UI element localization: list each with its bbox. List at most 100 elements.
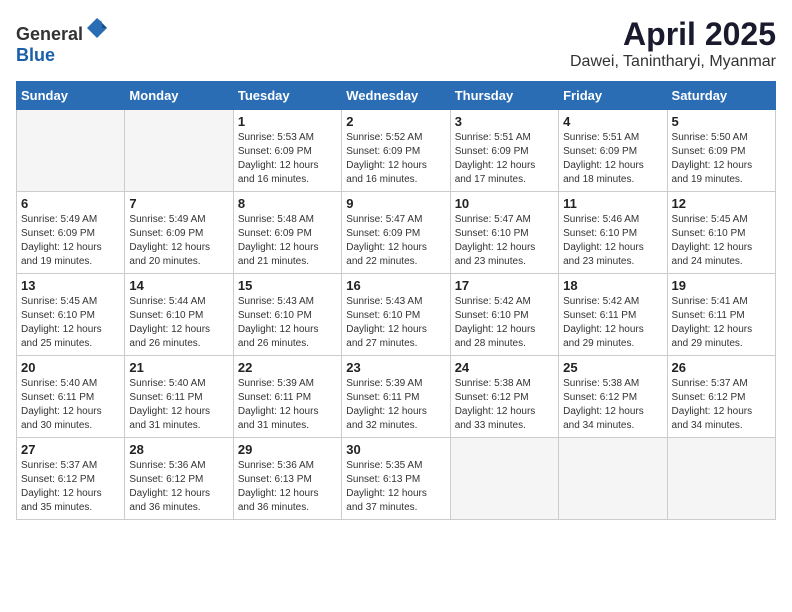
- day-info: Sunrise: 5:49 AMSunset: 6:09 PMDaylight:…: [21, 213, 120, 269]
- day-info: Sunrise: 5:46 AMSunset: 6:10 PMDaylight:…: [563, 213, 662, 269]
- calendar-cell: 17 Sunrise: 5:42 AMSunset: 6:10 PMDayligh…: [450, 274, 558, 356]
- logo: General Blue: [16, 16, 109, 66]
- day-info: Sunrise: 5:51 AMSunset: 6:09 PMDaylight:…: [563, 131, 662, 187]
- day-number: 25: [563, 360, 662, 375]
- calendar-cell: [17, 110, 125, 192]
- weekday-header-wednesday: Wednesday: [342, 82, 450, 110]
- calendar-cell: 15Sunrise: 5:43 AMSunset: 6:10 PMDayligh…: [233, 274, 341, 356]
- day-info: Sunrise: 5:43 AMSunset: 6:10 PMDaylight:…: [346, 295, 445, 351]
- calendar-cell: 24 Sunrise: 5:38 AMSunset: 6:12 PMDayligh…: [450, 356, 558, 438]
- calendar-cell: [667, 438, 775, 520]
- day-info: Sunrise: 5:40 AMSunset: 6:11 PMDaylight:…: [129, 377, 228, 433]
- day-info: Sunrise: 5:38 AMSunset: 6:12 PMDaylight:…: [455, 377, 554, 433]
- day-number: 10: [455, 196, 554, 211]
- day-info: Sunrise: 5:40 AMSunset: 6:11 PMDaylight:…: [21, 377, 120, 433]
- day-number: 7: [129, 196, 228, 211]
- calendar-week-2: 6 Sunrise: 5:49 AMSunset: 6:09 PMDaylight…: [17, 192, 776, 274]
- calendar-cell: 30Sunrise: 5:35 AMSunset: 6:13 PMDayligh…: [342, 438, 450, 520]
- day-info: Sunrise: 5:35 AMSunset: 6:13 PMDaylight:…: [346, 459, 445, 515]
- day-info: Sunrise: 5:37 AMSunset: 6:12 PMDaylight:…: [672, 377, 771, 433]
- page-header: General Blue April 2025 Dawei, Taninthar…: [16, 16, 776, 71]
- calendar-cell: 28Sunrise: 5:36 AMSunset: 6:12 PMDayligh…: [125, 438, 233, 520]
- day-info: Sunrise: 5:42 AMSunset: 6:11 PMDaylight:…: [563, 295, 662, 351]
- calendar-cell: [559, 438, 667, 520]
- calendar-cell: 26 Sunrise: 5:37 AMSunset: 6:12 PMDayligh…: [667, 356, 775, 438]
- calendar-cell: [450, 438, 558, 520]
- weekday-header-row: SundayMondayTuesdayWednesdayThursdayFrid…: [17, 82, 776, 110]
- day-number: 14: [129, 278, 228, 293]
- day-number: 24: [455, 360, 554, 375]
- day-number: 11: [563, 196, 662, 211]
- day-number: 6: [21, 196, 120, 211]
- day-number: 26: [672, 360, 771, 375]
- day-info: Sunrise: 5:50 AMSunset: 6:09 PMDaylight:…: [672, 131, 771, 187]
- weekday-header-sunday: Sunday: [17, 82, 125, 110]
- day-number: 20: [21, 360, 120, 375]
- location-title: Dawei, Tanintharyi, Myanmar: [570, 53, 776, 71]
- day-number: 13: [21, 278, 120, 293]
- day-number: 12: [672, 196, 771, 211]
- calendar-cell: 29 Sunrise: 5:36 AMSunset: 6:13 PMDayligh…: [233, 438, 341, 520]
- day-info: Sunrise: 5:47 AMSunset: 6:10 PMDaylight:…: [455, 213, 554, 269]
- day-info: Sunrise: 5:38 AMSunset: 6:12 PMDaylight:…: [563, 377, 662, 433]
- day-number: 21: [129, 360, 228, 375]
- day-number: 28: [129, 442, 228, 457]
- day-info: Sunrise: 5:39 AMSunset: 6:11 PMDaylight:…: [238, 377, 337, 433]
- calendar-cell: 16 Sunrise: 5:43 AMSunset: 6:10 PMDayligh…: [342, 274, 450, 356]
- day-info: Sunrise: 5:36 AMSunset: 6:13 PMDaylight:…: [238, 459, 337, 515]
- day-info: Sunrise: 5:37 AMSunset: 6:12 PMDaylight:…: [21, 459, 120, 515]
- calendar-cell: 2Sunrise: 5:52 AMSunset: 6:09 PMDaylight…: [342, 110, 450, 192]
- day-number: 17: [455, 278, 554, 293]
- day-number: 1: [238, 114, 337, 129]
- calendar-cell: 1 Sunrise: 5:53 AMSunset: 6:09 PMDaylight…: [233, 110, 341, 192]
- day-number: 2: [346, 114, 445, 129]
- calendar-week-4: 20 Sunrise: 5:40 AMSunset: 6:11 PMDayligh…: [17, 356, 776, 438]
- calendar-cell: [125, 110, 233, 192]
- day-info: Sunrise: 5:44 AMSunset: 6:10 PMDaylight:…: [129, 295, 228, 351]
- calendar-cell: 27Sunrise: 5:37 AMSunset: 6:12 PMDayligh…: [17, 438, 125, 520]
- day-number: 29: [238, 442, 337, 457]
- day-number: 18: [563, 278, 662, 293]
- day-info: Sunrise: 5:39 AMSunset: 6:11 PMDaylight:…: [346, 377, 445, 433]
- calendar-cell: 11 Sunrise: 5:46 AMSunset: 6:10 PMDayligh…: [559, 192, 667, 274]
- day-number: 8: [238, 196, 337, 211]
- calendar-cell: 22 Sunrise: 5:39 AMSunset: 6:11 PMDayligh…: [233, 356, 341, 438]
- calendar-cell: 5 Sunrise: 5:50 AMSunset: 6:09 PMDaylight…: [667, 110, 775, 192]
- logo-icon: [85, 16, 109, 40]
- calendar-week-5: 27Sunrise: 5:37 AMSunset: 6:12 PMDayligh…: [17, 438, 776, 520]
- day-number: 23: [346, 360, 445, 375]
- day-number: 16: [346, 278, 445, 293]
- day-info: Sunrise: 5:43 AMSunset: 6:10 PMDaylight:…: [238, 295, 337, 351]
- calendar-cell: 19 Sunrise: 5:41 AMSunset: 6:11 PMDayligh…: [667, 274, 775, 356]
- calendar-cell: 9 Sunrise: 5:47 AMSunset: 6:09 PMDaylight…: [342, 192, 450, 274]
- title-area: April 2025 Dawei, Tanintharyi, Myanmar: [570, 16, 776, 71]
- day-number: 3: [455, 114, 554, 129]
- day-info: Sunrise: 5:49 AMSunset: 6:09 PMDaylight:…: [129, 213, 228, 269]
- calendar-cell: 12 Sunrise: 5:45 AMSunset: 6:10 PMDayligh…: [667, 192, 775, 274]
- day-info: Sunrise: 5:41 AMSunset: 6:11 PMDaylight:…: [672, 295, 771, 351]
- calendar-week-1: 1 Sunrise: 5:53 AMSunset: 6:09 PMDaylight…: [17, 110, 776, 192]
- calendar-cell: 25 Sunrise: 5:38 AMSunset: 6:12 PMDayligh…: [559, 356, 667, 438]
- weekday-header-monday: Monday: [125, 82, 233, 110]
- calendar-cell: 23 Sunrise: 5:39 AMSunset: 6:11 PMDayligh…: [342, 356, 450, 438]
- calendar-cell: 20 Sunrise: 5:40 AMSunset: 6:11 PMDayligh…: [17, 356, 125, 438]
- weekday-header-saturday: Saturday: [667, 82, 775, 110]
- day-info: Sunrise: 5:48 AMSunset: 6:09 PMDaylight:…: [238, 213, 337, 269]
- day-info: Sunrise: 5:45 AMSunset: 6:10 PMDaylight:…: [672, 213, 771, 269]
- day-number: 5: [672, 114, 771, 129]
- day-info: Sunrise: 5:53 AMSunset: 6:09 PMDaylight:…: [238, 131, 337, 187]
- calendar-cell: 8 Sunrise: 5:48 AMSunset: 6:09 PMDaylight…: [233, 192, 341, 274]
- day-number: 4: [563, 114, 662, 129]
- calendar-cell: 13Sunrise: 5:45 AMSunset: 6:10 PMDayligh…: [17, 274, 125, 356]
- day-info: Sunrise: 5:42 AMSunset: 6:10 PMDaylight:…: [455, 295, 554, 351]
- day-info: Sunrise: 5:51 AMSunset: 6:09 PMDaylight:…: [455, 131, 554, 187]
- day-info: Sunrise: 5:47 AMSunset: 6:09 PMDaylight:…: [346, 213, 445, 269]
- calendar-week-3: 13Sunrise: 5:45 AMSunset: 6:10 PMDayligh…: [17, 274, 776, 356]
- day-number: 9: [346, 196, 445, 211]
- day-number: 19: [672, 278, 771, 293]
- calendar-cell: 21 Sunrise: 5:40 AMSunset: 6:11 PMDayligh…: [125, 356, 233, 438]
- day-number: 22: [238, 360, 337, 375]
- weekday-header-friday: Friday: [559, 82, 667, 110]
- calendar-cell: 3 Sunrise: 5:51 AMSunset: 6:09 PMDaylight…: [450, 110, 558, 192]
- calendar-cell: 6 Sunrise: 5:49 AMSunset: 6:09 PMDaylight…: [17, 192, 125, 274]
